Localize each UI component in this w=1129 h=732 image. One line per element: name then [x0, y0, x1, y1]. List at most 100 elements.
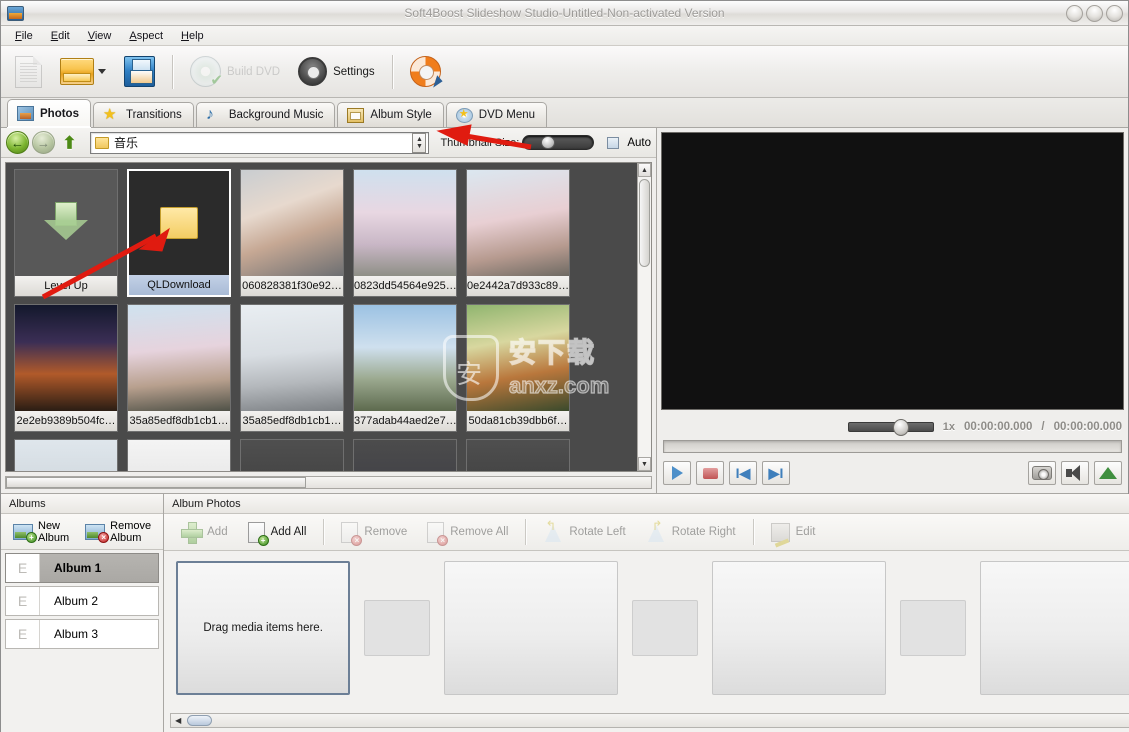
play-button[interactable]: [663, 461, 691, 485]
remove-album-label: Remove Album: [110, 519, 152, 544]
build-dvd-button[interactable]: Build DVD: [182, 50, 288, 94]
scroll-up-icon[interactable]: ▲: [638, 163, 651, 177]
stop-button[interactable]: [696, 461, 724, 485]
thumbnail-item[interactable]: [127, 439, 231, 471]
chevron-down-icon[interactable]: [98, 69, 106, 74]
thumbnail-item[interactable]: 35a85edf8db1cb1…: [127, 304, 231, 432]
up-level-icon[interactable]: ⬆: [58, 131, 81, 154]
time-total: 00:00:00.000: [1053, 421, 1122, 433]
storyboard-horizontal-scrollbar[interactable]: ◀ ▶: [170, 713, 1129, 728]
menu-view[interactable]: View: [80, 28, 120, 44]
add-button[interactable]: Add: [172, 517, 236, 547]
tab-photos[interactable]: Photos: [7, 99, 91, 128]
storyboard-scroll-thumb[interactable]: [187, 715, 213, 726]
open-project-button[interactable]: [52, 50, 114, 94]
new-album-button[interactable]: + New Album: [7, 516, 75, 548]
thumbnail-image: [467, 305, 569, 411]
help-button[interactable]: [402, 50, 449, 94]
edit-button[interactable]: Edit: [762, 518, 825, 547]
photo-preview: [467, 305, 569, 411]
rotate-left-button[interactable]: Rotate Left: [534, 518, 634, 547]
storyboard-slot-drop[interactable]: Drag media items here.: [176, 561, 351, 695]
storyboard-scroll-track[interactable]: [185, 714, 1129, 727]
playback-speed-slider[interactable]: [847, 419, 934, 436]
remove-all-icon: ×: [427, 521, 449, 546]
storyboard-slot[interactable]: [444, 561, 619, 695]
forward-arrow-icon[interactable]: →: [32, 131, 55, 154]
volume-level-button[interactable]: [1094, 461, 1122, 485]
volume-button[interactable]: [1061, 461, 1089, 485]
storyboard[interactable]: Drag media items here. ◀ ▶: [164, 551, 1129, 732]
path-input[interactable]: 音乐 ▲ ▼: [90, 131, 430, 154]
remove-album-button[interactable]: × Remove Album: [79, 516, 157, 548]
tab-dvd-menu[interactable]: DVD Menu: [445, 102, 548, 127]
volume-level-icon: [1099, 467, 1117, 479]
thumbnail-item[interactable]: Level Up: [14, 169, 118, 297]
path-spinner[interactable]: ▲ ▼: [412, 132, 427, 153]
remove-all-button[interactable]: × Remove All: [418, 517, 517, 548]
rotate-right-button[interactable]: Rotate Right: [637, 518, 745, 547]
seek-bar[interactable]: [663, 440, 1122, 453]
back-glyph: ←: [11, 135, 24, 150]
album-list-item[interactable]: E Album 2: [5, 586, 160, 616]
next-button[interactable]: ▶I: [762, 461, 790, 485]
transition-slot[interactable]: [900, 600, 967, 656]
remove-button[interactable]: × Remove: [332, 517, 416, 548]
album-list[interactable]: E Album 1 E Album 2 E Album 3: [1, 550, 163, 732]
thumbnail-item[interactable]: 35a85edf8db1cb1…: [240, 304, 344, 432]
maximize-button[interactable]: [1086, 5, 1103, 22]
scroll-down-icon[interactable]: ▼: [638, 457, 651, 471]
thumbnail-horizontal-scrollbar[interactable]: [5, 476, 652, 489]
tab-background-music[interactable]: ♪ Background Music: [195, 102, 336, 127]
thumbnail-image: [241, 440, 343, 471]
file-browser-panel: ← → ⬆ 音乐 ▲ ▼ Thumbnail Size: Auto Level …: [1, 128, 657, 493]
menu-edit[interactable]: Edit: [43, 28, 78, 44]
thumbnail-item[interactable]: 060828381f30e92…: [240, 169, 344, 297]
album-list-item[interactable]: E Album 3: [5, 619, 160, 649]
horizontal-scroll-thumb[interactable]: [6, 477, 306, 488]
preview-screen[interactable]: [661, 132, 1124, 410]
previous-button[interactable]: I◀: [729, 461, 757, 485]
menu-help[interactable]: Help: [173, 28, 212, 44]
back-arrow-icon[interactable]: ←: [6, 131, 29, 154]
new-project-button[interactable]: [7, 50, 50, 94]
menu-file[interactable]: File: [7, 28, 41, 44]
transition-slot[interactable]: [632, 600, 699, 656]
minimize-button[interactable]: [1066, 5, 1083, 22]
thumbnail-item[interactable]: [353, 439, 457, 471]
storyboard-slot[interactable]: [712, 561, 887, 695]
tab-album-style[interactable]: Album Style: [337, 102, 444, 127]
close-button[interactable]: [1106, 5, 1123, 22]
album-photos-title: Album Photos: [164, 494, 1129, 514]
album-list-item[interactable]: E Album 1: [5, 553, 160, 583]
thumbnail-size-knob[interactable]: [540, 136, 555, 149]
thumbnail-item[interactable]: [14, 439, 118, 471]
thumbnail-vertical-scrollbar[interactable]: ▲ ▼: [637, 163, 651, 471]
menu-aspect[interactable]: Aspect: [121, 28, 171, 44]
auto-checkbox[interactable]: [607, 136, 620, 149]
speaker-icon: [1066, 465, 1084, 481]
thumbnail-item[interactable]: 50da81cb39dbb6f…: [466, 304, 570, 432]
thumbnail-item[interactable]: [240, 439, 344, 471]
thumbnail-item[interactable]: 2e2eb9389b504fc…: [14, 304, 118, 432]
playback-speed-knob[interactable]: [892, 419, 909, 436]
thumbnail-item[interactable]: 377adab44aed2e7…: [353, 304, 457, 432]
button-label: Add: [207, 526, 228, 538]
toolbar-separator: [525, 519, 527, 545]
snapshot-button[interactable]: [1028, 461, 1056, 485]
thumbnail-item[interactable]: 0e2442a7d933c89…: [466, 169, 570, 297]
thumbnail-item[interactable]: QLDownload: [127, 169, 231, 297]
tab-transitions[interactable]: ★ Transitions: [92, 102, 194, 127]
thumbnail-item[interactable]: 0823dd54564e925…: [353, 169, 457, 297]
save-project-button[interactable]: [116, 50, 163, 94]
settings-button[interactable]: Settings: [290, 50, 383, 94]
vertical-scroll-thumb[interactable]: [639, 179, 650, 267]
thumbnail-size-slider[interactable]: [522, 135, 595, 150]
thumbnail-grid[interactable]: Level Up QLDownload 060828381f30e92… 0823dd…: [6, 163, 637, 471]
thumbnail-item[interactable]: [466, 439, 570, 471]
storyboard-slot[interactable]: [980, 561, 1129, 695]
vertical-scroll-track[interactable]: [638, 177, 651, 457]
scroll-left-icon[interactable]: ◀: [171, 716, 185, 725]
transition-slot[interactable]: [364, 600, 431, 656]
add-all-button[interactable]: + Add All: [239, 517, 316, 548]
